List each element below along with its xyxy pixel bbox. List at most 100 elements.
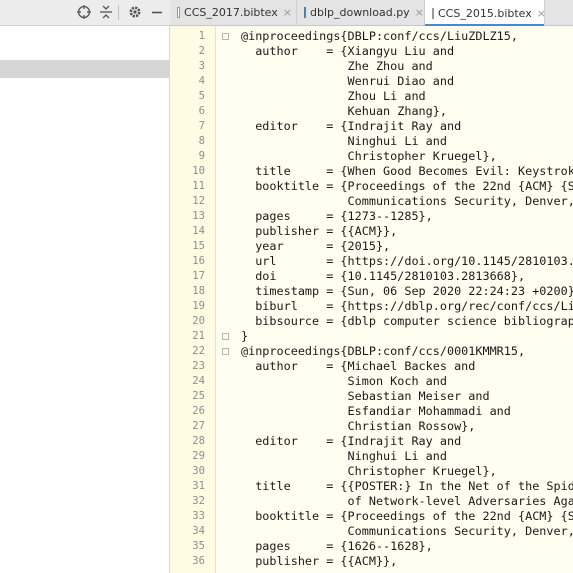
tab-label: CCS_2015.bibtex [438,6,532,20]
line-number: 27 [192,420,205,432]
code-line[interactable]: @inproceedings{DBLP:conf/ccs/LiuZDLZ15, [241,29,518,44]
fold-marker-icon[interactable] [222,333,229,340]
code-line[interactable]: Simon Koch and [241,374,447,389]
code-line[interactable]: author = {Michael Backes and [241,359,475,374]
code-line[interactable]: booktitle = {Proceedings of the 22nd {AC… [241,179,573,194]
line-number: 7 [198,120,205,132]
line-number: 32 [192,495,205,507]
code-line[interactable]: pages = {1273--1285}, [241,209,433,224]
line-number: 34 [192,525,205,537]
code-line-text: Communications Security, Denver, [241,194,573,208]
code-line-text: doi = {10.1145/2810103.2813668}, [241,269,526,283]
collapse-icon[interactable] [98,4,114,20]
code-line-text: timestamp = {Sun, 06 Sep 2020 22:24:23 +… [241,284,573,298]
project-panel-toolbar [0,0,170,26]
code-line[interactable]: biburl = {https://dblp.org/rec/conf/ccs/… [241,299,573,314]
line-number: 12 [192,195,205,207]
tab-ccs-2017-bibtex[interactable]: CCS_2017.bibtex × [170,0,297,25]
line-number: 21 [192,330,205,342]
tab-label: dblp_download.py [310,6,410,19]
code-line-text: publisher = {{ACM}}, [241,554,398,568]
line-number: 4 [198,75,205,87]
code-line-text: editor = {Indrajit Ray and [241,434,462,448]
line-number: 8 [198,135,205,147]
code-line-text: @inproceedings{DBLP:conf/ccs/LiuZDLZ15, [241,29,518,43]
code-line[interactable]: Christopher Kruegel}, [241,464,497,479]
code-line-text: bibsource = {dblp computer science bibli… [241,314,573,328]
line-number: 18 [192,285,205,297]
line-number: 20 [192,315,205,327]
code-line[interactable]: year = {2015}, [241,239,390,254]
close-icon[interactable]: × [537,7,544,20]
line-number: 11 [192,180,205,192]
code-line[interactable]: Sebastian Meiser and [241,389,490,404]
minimize-icon[interactable] [149,4,165,20]
code-line[interactable]: } [241,329,248,344]
fold-marker-icon[interactable] [222,348,229,355]
code-line-text: pages = {1626--1628}, [241,539,433,553]
code-line[interactable]: editor = {Indrajit Ray and [241,119,461,134]
code-line[interactable]: pages = {1626--1628}, [241,539,433,554]
line-number: 28 [192,435,205,447]
code-line-text: Ninghui Li and [241,134,447,148]
line-number: 9 [198,150,205,162]
line-number: 13 [192,210,205,222]
code-line[interactable]: Esfandiar Mohammadi and [241,404,511,419]
fold-column [216,26,236,573]
line-number: 35 [192,540,205,552]
code-line-text: author = {Michael Backes and [241,359,476,373]
code-line[interactable]: Christopher Kruegel}, [241,149,497,164]
code-line[interactable]: publisher = {{ACM}}, [241,224,397,239]
line-number: 24 [192,375,205,387]
code-line-text: of Network-level Adversaries Aga [241,494,573,508]
line-number: 16 [192,255,205,267]
line-number: 36 [192,555,205,567]
line-number: 33 [192,510,205,522]
project-tree-selected-row[interactable] [0,60,170,78]
code-line[interactable]: url = {https://doi.org/10.1145/2810103. [241,254,573,269]
code-line[interactable]: Ninghui Li and [241,449,447,464]
code-line[interactable]: publisher = {{ACM}}, [241,554,397,569]
code-line-text: editor = {Indrajit Ray and [241,119,462,133]
code-line[interactable]: Zhou Li and [241,89,426,104]
code-line-text: Wenrui Diao and [241,74,455,88]
code-line[interactable]: of Network-level Adversaries Aga [241,494,573,509]
code-line[interactable]: timestamp = {Sun, 06 Sep 2020 22:24:23 +… [241,284,573,299]
code-line[interactable]: editor = {Indrajit Ray and [241,434,461,449]
code-line[interactable]: author = {Xiangyu Liu and [241,44,454,59]
code-line[interactable]: title = {{POSTER:} In the Net of the Spi… [241,479,573,494]
code-line[interactable]: doi = {10.1145/2810103.2813668}, [241,269,525,284]
code-line-text: Zhe Zhou and [241,59,433,73]
fold-marker-icon[interactable] [222,33,229,40]
code-editor[interactable]: 1 2 3 4 5 6 7 8 9 10 11 12 13 14 15 16 17 18 19 20 21 22 23 24 2… [170,26,573,573]
code-line[interactable]: Communications Security, Denver, [241,194,573,209]
code-line[interactable]: bibsource = {dblp computer science bibli… [241,314,573,329]
line-number: 3 [198,60,205,72]
code-line[interactable]: booktitle = {Proceedings of the 22nd {AC… [241,509,573,524]
close-icon[interactable]: × [283,6,292,19]
tab-ccs-2015-bibtex[interactable]: CCS_2015.bibtex × [425,0,545,26]
target-icon[interactable] [76,4,92,20]
line-number: 31 [192,480,205,492]
code-line[interactable]: @inproceedings{DBLP:conf/ccs/0001KMMR15, [241,344,525,359]
code-line-text: Ninghui Li and [241,449,447,463]
code-line[interactable]: Kehuan Zhang}, [241,104,447,119]
line-number: 14 [192,225,205,237]
tab-dblp-download-py[interactable]: dblp_download.py × [297,0,425,25]
tab-label: CCS_2017.bibtex [184,6,278,19]
line-number: 29 [192,450,205,462]
code-line[interactable]: title = {When Good Becomes Evil: Keystro… [241,164,573,179]
close-icon[interactable]: × [415,6,424,19]
code-line[interactable]: Christian Rossow}, [241,419,476,434]
line-number: 15 [192,240,205,252]
code-line[interactable]: Wenrui Diao and [241,74,455,89]
line-number: 10 [192,165,205,177]
code-line[interactable]: Communications Security, Denver, [241,524,573,539]
code-line[interactable]: Ninghui Li and [241,134,447,149]
gear-icon[interactable] [127,4,143,20]
python-file-icon [304,7,306,18]
code-line-text: author = {Xiangyu Liu and [241,44,455,58]
code-line[interactable]: Zhe Zhou and [241,59,433,74]
code-line-text: Esfandiar Mohammadi and [241,404,511,418]
code-line-text: title = {When Good Becomes Evil: Keystro… [241,164,573,178]
